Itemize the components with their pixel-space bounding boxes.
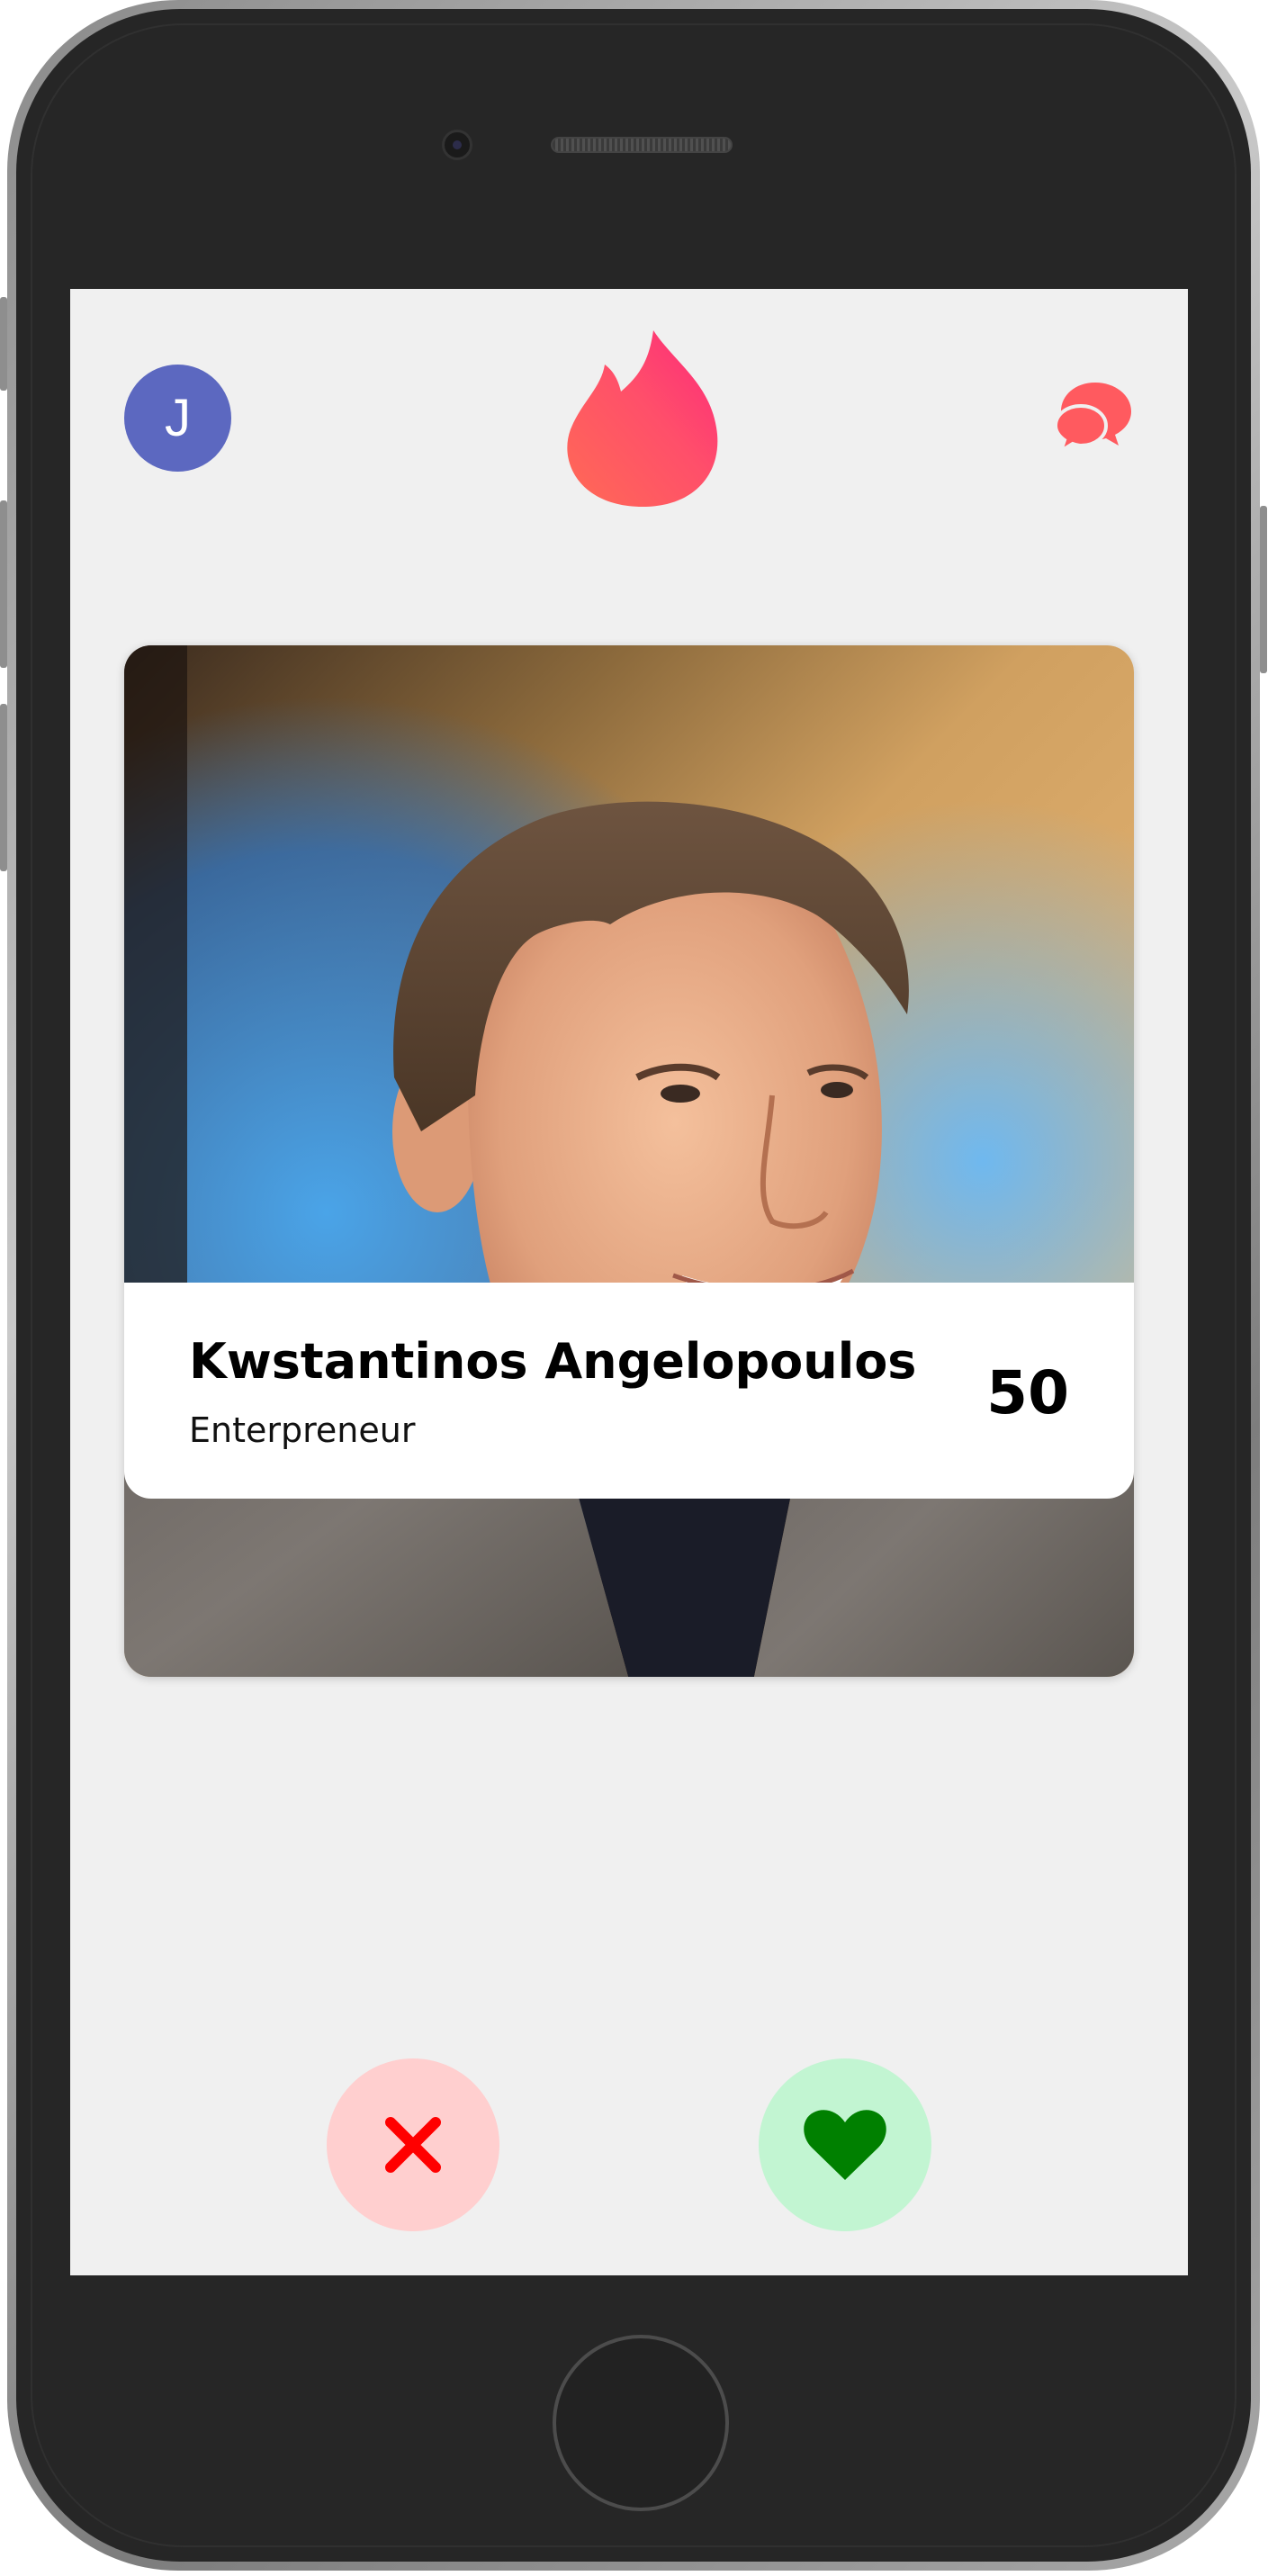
chat-bubbles-icon[interactable] (1056, 379, 1133, 456)
flame-icon (567, 330, 718, 507)
profile-avatar[interactable]: J (124, 365, 231, 472)
volume-up-button (0, 500, 7, 668)
mute-switch (0, 297, 7, 391)
heart-icon (804, 2110, 886, 2180)
power-button (1260, 506, 1267, 673)
like-button[interactable] (759, 2058, 931, 2231)
profile-name: Kwstantinos Angelopoulos (189, 1333, 917, 1390)
profile-occupation: Enterpreneur (189, 1410, 416, 1450)
volume-down-button (0, 704, 7, 871)
home-button[interactable] (553, 2335, 729, 2511)
profile-photo (124, 645, 1134, 1677)
dislike-button[interactable] (327, 2058, 499, 2231)
front-camera (442, 130, 472, 160)
profile-age: 50 (986, 1358, 1069, 1428)
profile-card[interactable] (124, 645, 1134, 1677)
close-icon (385, 2117, 441, 2173)
earpiece-speaker (551, 137, 733, 153)
app-screen: J Kwstantinos Angelopoulos Enterpreneur … (70, 289, 1188, 2275)
avatar-initial: J (165, 389, 191, 447)
profile-card-info: Kwstantinos Angelopoulos Enterpreneur 50 (124, 1283, 1134, 1499)
